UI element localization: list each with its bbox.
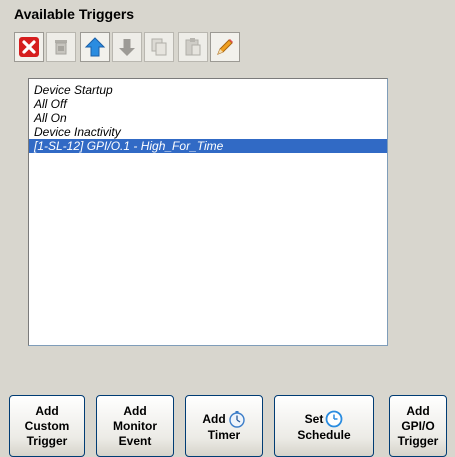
- triggers-list[interactable]: Device Startup All Off All On Device Ina…: [28, 78, 388, 346]
- set-schedule-label-line2: Schedule: [297, 428, 351, 442]
- paste-icon: [182, 36, 204, 58]
- add-custom-trigger-label: Add Custom Trigger: [24, 403, 70, 448]
- add-custom-trigger-button[interactable]: Add Custom Trigger: [9, 395, 85, 457]
- add-gpio-trigger-label: Add GPI/O Trigger: [397, 403, 439, 448]
- move-up-icon: [84, 36, 106, 58]
- edit-button[interactable]: [210, 32, 240, 62]
- add-timer-label-line1: Add: [202, 412, 226, 426]
- add-timer-label-line2: Timer: [207, 428, 241, 442]
- set-schedule-button[interactable]: Set Schedule: [274, 395, 374, 457]
- list-item[interactable]: All Off: [29, 97, 387, 111]
- add-monitor-event-label: Add Monitor Event: [113, 403, 157, 448]
- list-item[interactable]: Device Inactivity: [29, 125, 387, 139]
- delete-button[interactable]: [14, 32, 44, 62]
- clock-icon: [325, 410, 343, 428]
- copy-icon: [148, 36, 170, 58]
- paste-button[interactable]: [178, 32, 208, 62]
- set-schedule-label-line1: Set: [304, 412, 324, 426]
- add-gpio-trigger-button[interactable]: Add GPI/O Trigger: [389, 395, 447, 457]
- recycle-button[interactable]: [46, 32, 76, 62]
- copy-button[interactable]: [144, 32, 174, 62]
- stopwatch-icon: [228, 410, 246, 428]
- delete-icon: [18, 36, 40, 58]
- move-up-button[interactable]: [80, 32, 110, 62]
- panel-title: Available Triggers: [14, 6, 135, 22]
- recycle-bin-icon: [50, 36, 72, 58]
- list-item[interactable]: All On: [29, 111, 387, 125]
- list-item[interactable]: Device Startup: [29, 83, 387, 97]
- list-item-selected[interactable]: [1-SL-12] GPI/O.1 - High_For_Time: [29, 139, 387, 153]
- add-timer-button[interactable]: Add Timer: [185, 395, 263, 457]
- move-down-icon: [116, 36, 138, 58]
- move-down-button[interactable]: [112, 32, 142, 62]
- edit-pencil-icon: [214, 36, 236, 58]
- add-monitor-event-button[interactable]: Add Monitor Event: [96, 395, 174, 457]
